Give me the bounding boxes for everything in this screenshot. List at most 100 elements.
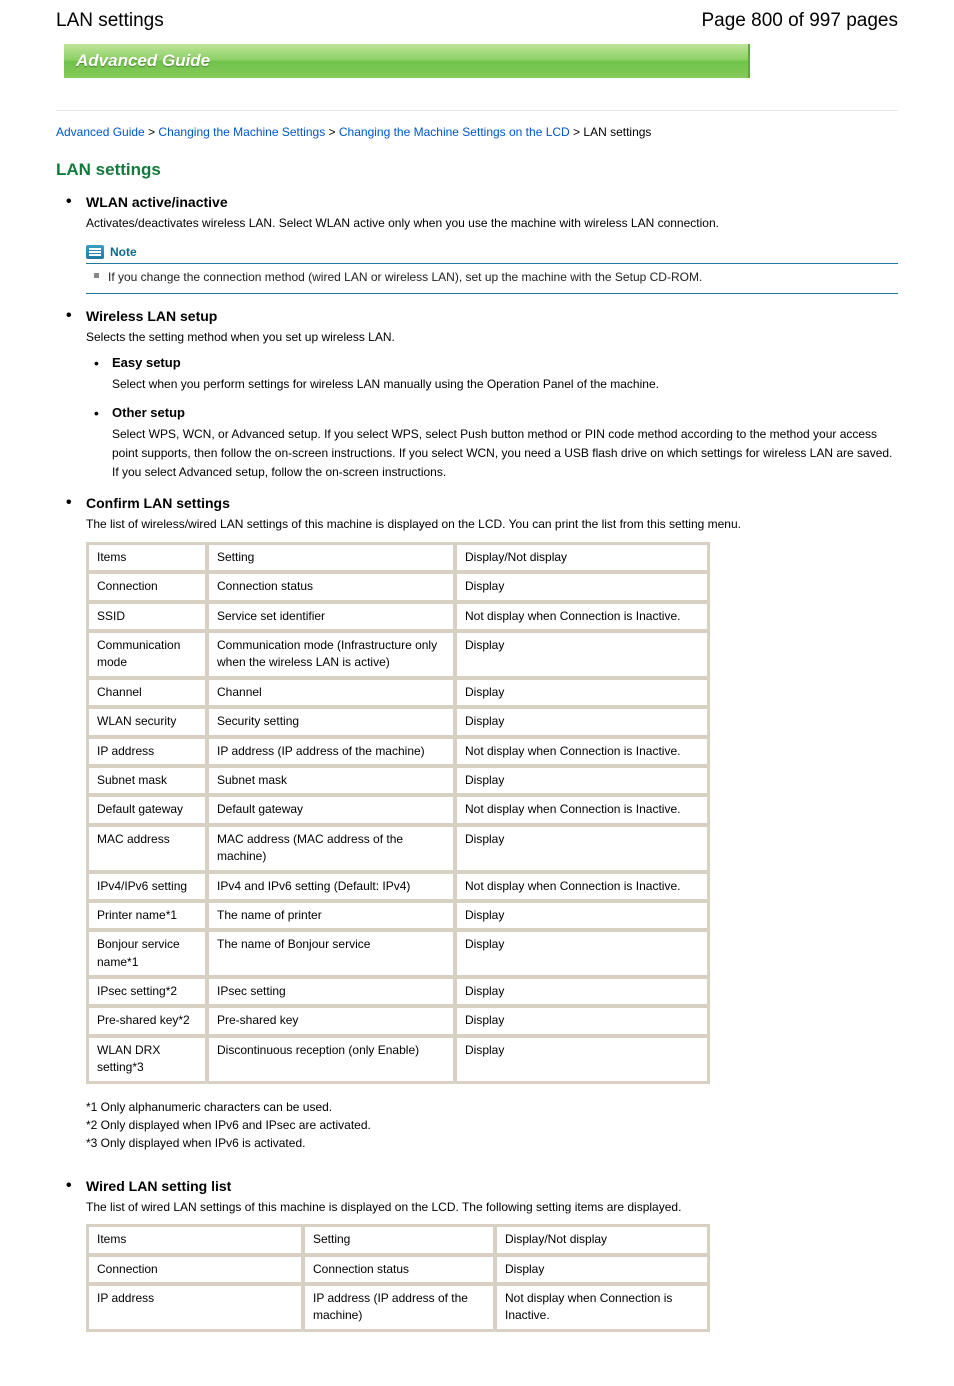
sub-item: Easy setup Select when you perform setti… [86,353,898,394]
cell: Pre-shared key*2 [88,1007,206,1034]
cell: Default gateway [208,796,454,823]
cell: Display [456,1007,708,1034]
table-row: ChannelChannelDisplay [88,679,708,706]
cell: IPv4/IPv6 setting [88,873,206,900]
breadcrumb-l1[interactable]: Advanced Guide [56,125,145,139]
guide-banner-label: Advanced Guide [76,51,210,71]
breadcrumb-sep: > [570,125,584,139]
cell: Connection [88,1256,302,1283]
setting-body-text: Activates/deactivates wireless LAN. Sele… [86,216,719,230]
table-row: WLAN securitySecurity settingDisplay [88,708,708,735]
cell: Display [456,767,708,794]
table-row: Bonjour service name*1The name of Bonjou… [88,931,708,976]
cell: The name of printer [208,902,454,929]
cell: Display [456,902,708,929]
sub-body: Select WPS, WCN, or Advanced setup. If y… [112,425,898,481]
breadcrumb-sep: > [145,125,159,139]
cell: SSID [88,603,206,630]
table-row: Pre-shared key*2Pre-shared keyDisplay [88,1007,708,1034]
cell: Display [456,826,708,871]
setting-head: Wired LAN setting list [56,1178,898,1194]
table-row: ConnectionConnection statusDisplay [88,573,708,600]
setting-head: WLAN active/inactive [56,194,898,210]
cell: Discontinuous reception (only Enable) [208,1037,454,1082]
note-text: If you change the connection method (wir… [86,264,898,293]
cell: Display [456,679,708,706]
cell: Bonjour service name*1 [88,931,206,976]
table-row: Subnet maskSubnet maskDisplay [88,767,708,794]
cell: Subnet mask [208,767,454,794]
breadcrumb-l2[interactable]: Changing the Machine Settings [158,125,325,139]
cell: WLAN DRX setting*3 [88,1037,206,1082]
cell: IPv4 and IPv6 setting (Default: IPv4) [208,873,454,900]
cell: WLAN security [88,708,206,735]
cell: Default gateway [88,796,206,823]
sub-body: Select when you perform settings for wir… [112,375,898,394]
setting-body-text: The list of wired LAN settings of this m… [86,1200,681,1214]
cell: Display [456,978,708,1005]
cell: Items [88,1226,302,1253]
cell: Pre-shared key [208,1007,454,1034]
table-row: IP addressIP address (IP address of the … [88,1285,708,1330]
cell: Not display when Connection is Inactive. [456,873,708,900]
cell: Not display when Connection is Inactive. [456,796,708,823]
cell: Not display when Connection is Inactive. [456,738,708,765]
divider [56,110,898,111]
cell: Display [496,1256,708,1283]
note-icon [86,245,104,259]
cell: Connection status [208,573,454,600]
cell: MAC address (MAC address of the machine) [208,826,454,871]
table-footnotes: *1 Only alphanumeric characters can be u… [86,1098,898,1152]
setting-item: Wireless LAN setup Selects the setting m… [56,308,898,481]
cell: Display [456,632,708,677]
sub-item: Other setup Select WPS, WCN, or Advanced… [86,403,898,481]
cell: MAC address [88,826,206,871]
table-row: SSIDService set identifierNot display wh… [88,603,708,630]
cell: Display [456,1037,708,1082]
page-title: LAN settings [56,10,164,32]
table-row: IPsec setting*2IPsec settingDisplay [88,978,708,1005]
table-row: Printer name*1The name of printerDisplay [88,902,708,929]
table-row: WLAN DRX setting*3Discontinuous receptio… [88,1037,708,1082]
cell: Printer name*1 [88,902,206,929]
setting-head: Confirm LAN settings [56,495,898,511]
cell: Items [88,544,206,571]
table-row: Communication modeCommunication mode (In… [88,632,708,677]
cell: Not display when Connection is Inactive. [496,1285,708,1330]
cell: IP address (IP address of the machine) [208,738,454,765]
setting-item: Wired LAN setting list The list of wired… [56,1178,898,1332]
page-counter: Page 800 of 997 pages [701,10,898,32]
cell: Not display when Connection is Inactive. [456,603,708,630]
cell: Channel [208,679,454,706]
cell: Setting [304,1226,494,1253]
setting-body-text: The list of wireless/wired LAN settings … [86,517,741,531]
note-label: Note [110,243,137,262]
cell: Connection [88,573,206,600]
table-row: ItemsSettingDisplay/Not display [88,544,708,571]
table-row: ConnectionConnection statusDisplay [88,1256,708,1283]
setting-head: Wireless LAN setup [56,308,898,324]
cell: Setting [208,544,454,571]
table-row: IP addressIP address (IP address of the … [88,738,708,765]
cell: IP address [88,1285,302,1330]
cell: Channel [88,679,206,706]
cell: Security setting [208,708,454,735]
sub-head: Other setup [112,403,898,423]
cell: The name of Bonjour service [208,931,454,976]
guide-banner: Advanced Guide [64,44,750,78]
setting-item: Confirm LAN settings The list of wireles… [56,495,898,1151]
table-row: ItemsSettingDisplay/Not display [88,1226,708,1253]
cell: Display [456,573,708,600]
cell: IPsec setting [208,978,454,1005]
table-row: IPv4/IPv6 settingIPv4 and IPv6 setting (… [88,873,708,900]
cell: IP address [88,738,206,765]
cell: IPsec setting*2 [88,978,206,1005]
wired-settings-table: ItemsSettingDisplay/Not display Connectio… [86,1224,710,1332]
cell: Connection status [304,1256,494,1283]
setting-body-text: Selects the setting method when you set … [86,330,395,344]
cell: Subnet mask [88,767,206,794]
breadcrumb: Advanced Guide > Changing the Machine Se… [56,123,898,142]
breadcrumb-l3[interactable]: Changing the Machine Settings on the LCD [339,125,570,139]
breadcrumb-current: LAN settings [583,125,651,139]
table-row: MAC addressMAC address (MAC address of t… [88,826,708,871]
